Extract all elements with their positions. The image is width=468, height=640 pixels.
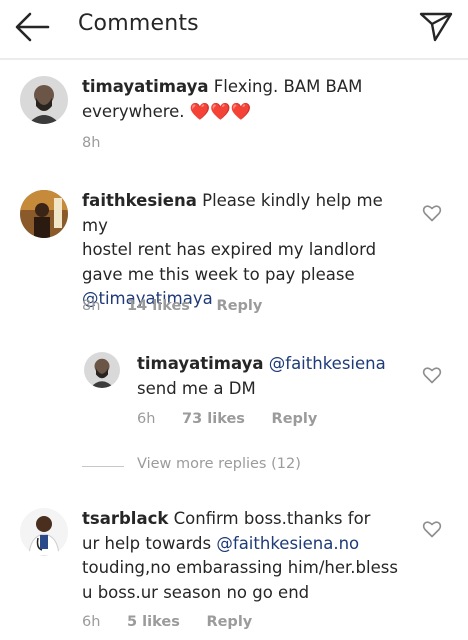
comment-meta: 8h 14 likes Reply: [82, 298, 262, 314]
caption-text: timayatimaya Flexing. BAM BAM everywhere…: [82, 77, 363, 121]
page-title: Comments: [78, 11, 199, 36]
comment-username[interactable]: tsarblack: [82, 509, 168, 528]
like-button[interactable]: [422, 520, 442, 538]
timestamp: 6h: [82, 614, 101, 630]
comment-text: tsarblack Confirm boss.thanks for ur hel…: [82, 509, 398, 602]
reply-button[interactable]: Reply: [217, 298, 263, 314]
timestamp: 8h: [82, 135, 101, 151]
comment-username[interactable]: faithkesiena: [82, 191, 197, 210]
hearts-emoji: ❤️❤️❤️: [189, 101, 252, 121]
reply-text: timayatimaya @faithkesiena send me a DM: [137, 354, 386, 398]
back-button[interactable]: [12, 10, 52, 44]
caption-username[interactable]: timayatimaya: [82, 77, 209, 96]
caption-meta: 8h: [82, 135, 100, 151]
heart-outline-icon: [422, 367, 442, 384]
likes-count[interactable]: 73 likes: [182, 411, 245, 427]
like-button[interactable]: [422, 204, 442, 222]
comment-meta: 6h 73 likes Reply: [137, 411, 317, 427]
mention-link[interactable]: @faithkesiena.no: [216, 534, 359, 553]
avatar[interactable]: [20, 76, 68, 124]
heart-outline-icon: [422, 205, 442, 222]
likes-count[interactable]: 5 likes: [127, 614, 180, 630]
header-divider: [0, 58, 468, 60]
likes-count[interactable]: 14 likes: [127, 298, 190, 314]
timestamp: 6h: [137, 411, 156, 427]
view-more-replies-link[interactable]: View more replies (12): [137, 456, 301, 472]
comment-text: faithkesiena Please kindly help me my ho…: [82, 191, 383, 308]
mention-link[interactable]: @faithkesiena: [269, 354, 386, 373]
reply-button[interactable]: Reply: [272, 411, 318, 427]
avatar[interactable]: [20, 190, 68, 238]
like-button[interactable]: [422, 366, 442, 384]
arrow-left-icon: [15, 12, 50, 42]
reply-button[interactable]: Reply: [206, 614, 252, 630]
comment-username[interactable]: timayatimaya: [137, 354, 264, 373]
top-bar: Comments: [0, 0, 468, 56]
avatar[interactable]: [20, 508, 68, 556]
comment-meta: 6h 5 likes Reply: [82, 614, 252, 630]
timestamp: 8h: [82, 298, 101, 314]
share-button[interactable]: [418, 10, 454, 42]
view-more-divider: [82, 466, 124, 467]
heart-outline-icon: [422, 521, 442, 538]
paper-plane-icon: [419, 12, 453, 42]
avatar[interactable]: [84, 352, 120, 388]
